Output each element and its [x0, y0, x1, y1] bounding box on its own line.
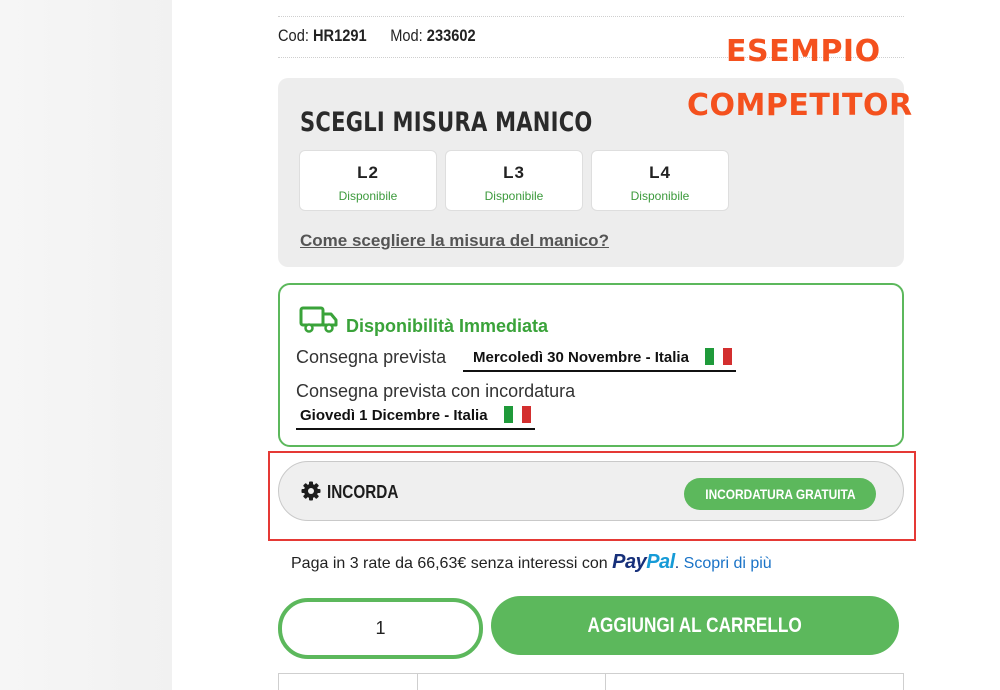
delivery-date-text: Mercoledì 30 Novembre - Italia — [473, 349, 689, 366]
truck-icon — [299, 306, 338, 333]
mod-value: 233602 — [426, 26, 476, 45]
size-option-l3[interactable]: L3 Disponibile — [445, 150, 583, 211]
paypal-installments: Paga in 3 rate da 66,63€ senza interessi… — [291, 551, 772, 574]
availability-panel: Disponibilità Immediata Consegna previst… — [278, 283, 904, 447]
size-selector-title: SCEGLI MISURA MANICO — [300, 107, 593, 138]
cod-label: Cod: — [278, 26, 309, 45]
annotation-line2: COMPETITOR — [687, 88, 913, 123]
page-side-margin — [0, 0, 172, 690]
size-option-status: Disponibile — [484, 189, 544, 203]
paypal-logo: PayPal — [612, 551, 675, 573]
stringing-delivery-date: Giovedì 1 Dicembre - Italia — [296, 404, 535, 430]
table-column-divider — [417, 674, 418, 690]
italy-flag-icon — [503, 406, 531, 423]
size-option-l4[interactable]: L4 Disponibile — [591, 150, 729, 211]
free-stringing-badge: INCORDATURA GRATUITA — [684, 478, 876, 510]
annotation-line1: ESEMPIO — [726, 34, 881, 69]
size-options: L2 Disponibile L3 Disponibile L4 Disponi… — [299, 150, 729, 211]
italy-flag-icon — [705, 348, 733, 365]
mod-label: Mod: — [390, 26, 423, 45]
quantity-input[interactable]: 1 — [278, 598, 483, 659]
paypal-learn-more-link[interactable]: Scopri di più — [684, 555, 772, 572]
paypal-logo-part1: Pay — [612, 551, 647, 573]
size-guide-link[interactable]: Come scegliere la misura del manico? — [300, 231, 609, 251]
gear-icon — [301, 481, 321, 501]
stringing-option[interactable]: INCORDA INCORDATURA GRATUITA — [278, 461, 904, 521]
product-codes: Cod: HR1291 Mod: 233602 — [278, 26, 476, 46]
size-option-label: L2 — [357, 163, 379, 182]
stringing-label: INCORDA — [327, 482, 399, 502]
table-column-divider — [605, 674, 606, 690]
size-option-label: L4 — [649, 163, 671, 182]
paypal-logo-part2: Pal — [646, 551, 675, 573]
size-option-l2[interactable]: L2 Disponibile — [299, 150, 437, 211]
details-table — [278, 673, 904, 690]
add-to-cart-button[interactable]: AGGIUNGI AL CARRELLO — [491, 596, 899, 655]
paypal-text: Paga in 3 rate da 66,63€ senza interessi… — [291, 555, 608, 572]
divider-top — [278, 16, 904, 17]
stringing-delivery-label: Consegna prevista con incordatura — [296, 381, 576, 401]
delivery-label: Consegna prevista — [296, 347, 447, 367]
add-to-cart-label: AGGIUNGI AL CARRELLO — [587, 614, 803, 637]
size-option-status: Disponibile — [630, 189, 690, 203]
cod-value: HR1291 — [312, 26, 367, 45]
size-option-status: Disponibile — [338, 189, 398, 203]
paypal-logo-dot: . — [674, 555, 680, 572]
stringing-delivery-date-text: Giovedì 1 Dicembre - Italia — [300, 407, 488, 424]
delivery-date: Mercoledì 30 Novembre - Italia — [463, 346, 737, 372]
size-option-label: L3 — [503, 163, 525, 182]
free-stringing-badge-text: INCORDATURA GRATUITA — [704, 486, 856, 502]
availability-title: Disponibilità Immediata — [346, 316, 549, 336]
